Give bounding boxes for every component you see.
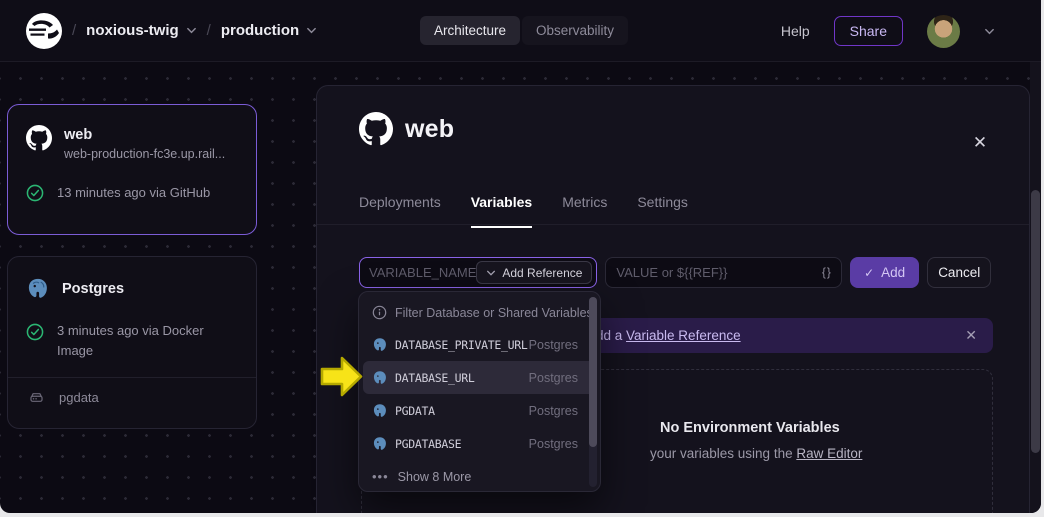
postgres-icon (372, 337, 388, 353)
tab-deployments[interactable]: Deployments (359, 194, 441, 228)
user-avatar[interactable] (927, 15, 960, 48)
tab-metrics[interactable]: Metrics (562, 194, 607, 228)
annotation-arrow-icon (318, 354, 364, 400)
close-icon[interactable]: ✕ (971, 134, 989, 152)
dropdown-item-pgdata[interactable]: PGDATA Postgres (359, 394, 600, 427)
volume-name: pgdata (59, 390, 99, 405)
variable-source: Postgres (529, 371, 578, 385)
empty-state-title: No Environment Variables (660, 420, 840, 436)
dropdown-scrollbar[interactable] (589, 297, 597, 487)
variable-source: Postgres (529, 338, 578, 352)
github-icon (26, 125, 52, 151)
postgres-icon (372, 436, 388, 452)
project-name: noxious-twig (86, 22, 179, 39)
add-reference-label: Add Reference (502, 266, 582, 280)
check-icon: ✓ (864, 266, 874, 280)
tab-settings[interactable]: Settings (637, 194, 688, 228)
app-window: / noxious-twig / production Architecture… (0, 0, 1041, 513)
service-card-web[interactable]: web web-production-fc3e.up.rail... 13 mi… (7, 104, 257, 235)
page-scrollbar[interactable] (1030, 62, 1041, 513)
cancel-button[interactable]: Cancel (927, 257, 991, 288)
tab-observability[interactable]: Observability (522, 16, 628, 45)
raw-editor-link[interactable]: Raw Editor (796, 446, 862, 461)
chevron-down-icon (486, 268, 496, 278)
variable-name: DATABASE_PRIVATE_URL (395, 338, 529, 352)
dropdown-item-database-private-url[interactable]: DATABASE_PRIVATE_URL Postgres (359, 328, 600, 361)
breadcrumb-project[interactable]: noxious-twig (86, 22, 197, 39)
braces-icon[interactable]: {} (822, 265, 832, 279)
tabs-divider (317, 224, 1029, 225)
panel-title: web (405, 115, 454, 144)
breadcrumb-separator: / (207, 22, 211, 39)
top-navbar: / noxious-twig / production Architecture… (0, 0, 1041, 62)
tab-architecture[interactable]: Architecture (420, 16, 520, 45)
tab-variables[interactable]: Variables (471, 194, 533, 228)
variable-name: PGDATABASE (395, 437, 529, 451)
postgres-icon (372, 370, 388, 386)
variable-reference-link[interactable]: Variable Reference (626, 328, 741, 343)
deploy-status: 3 minutes ago via Docker Image (57, 321, 205, 361)
volume-row[interactable]: pgdata (8, 378, 256, 406)
reference-dropdown: Filter Database or Shared Variables DATA… (358, 291, 601, 492)
empty-state-text: your variables using the (650, 446, 796, 461)
dropdown-item-database-url[interactable]: DATABASE_URL Postgres (363, 361, 596, 394)
volume-icon (28, 389, 45, 406)
show-more-label: Show 8 More (398, 470, 472, 484)
add-label: Add (881, 265, 905, 280)
new-variable-form: Add Reference {} ✓ Add Cancel (359, 257, 991, 288)
dropdown-filter-hint: Filter Database or Shared Variables (359, 297, 600, 328)
variable-name: DATABASE_URL (395, 371, 529, 385)
check-circle-icon (26, 184, 44, 202)
variable-value-input[interactable] (605, 257, 841, 288)
variable-source: Postgres (529, 404, 578, 418)
share-button[interactable]: Share (834, 16, 903, 46)
chevron-down-icon (306, 25, 317, 36)
dropdown-scrollbar-thumb[interactable] (589, 297, 597, 447)
railway-logo-icon[interactable] (26, 13, 62, 49)
service-name: web (64, 125, 225, 145)
variable-name: PGDATA (395, 404, 529, 418)
view-switcher: Architecture Observability (420, 16, 628, 45)
help-link[interactable]: Help (781, 23, 810, 39)
add-reference-button[interactable]: Add Reference (476, 261, 592, 284)
navbar-right: Help Share (781, 0, 995, 62)
check-circle-icon (26, 323, 44, 341)
screenshot-stage: / noxious-twig / production Architecture… (0, 0, 1044, 517)
variable-source: Postgres (529, 437, 578, 451)
github-icon (359, 112, 393, 146)
filter-hint-label: Filter Database or Shared Variables (395, 306, 593, 320)
environment-name: production (221, 22, 299, 39)
page-scrollbar-thumb[interactable] (1031, 190, 1040, 453)
service-name: Postgres (62, 279, 124, 299)
dropdown-show-more[interactable]: ••• Show 8 More (359, 460, 600, 493)
dropdown-item-pgdatabase[interactable]: PGDATABASE Postgres (359, 427, 600, 460)
service-domain: web-production-fc3e.up.rail... (64, 147, 225, 161)
ellipsis-icon: ••• (372, 469, 389, 484)
chevron-down-icon (186, 25, 197, 36)
add-variable-button[interactable]: ✓ Add (850, 257, 920, 288)
breadcrumb-environment[interactable]: production (221, 22, 317, 39)
deploy-status: 13 minutes ago via GitHub (57, 183, 210, 203)
service-card-postgres[interactable]: Postgres 3 minutes ago via Docker Image … (7, 256, 257, 429)
postgres-icon (26, 277, 50, 301)
postgres-icon (372, 403, 388, 419)
banner-close-icon[interactable]: ✕ (965, 327, 977, 344)
panel-tabs: Deployments Variables Metrics Settings (359, 194, 688, 228)
account-chevron-down-icon[interactable] (984, 26, 995, 37)
info-icon (372, 305, 387, 320)
breadcrumb-separator: / (72, 22, 76, 39)
